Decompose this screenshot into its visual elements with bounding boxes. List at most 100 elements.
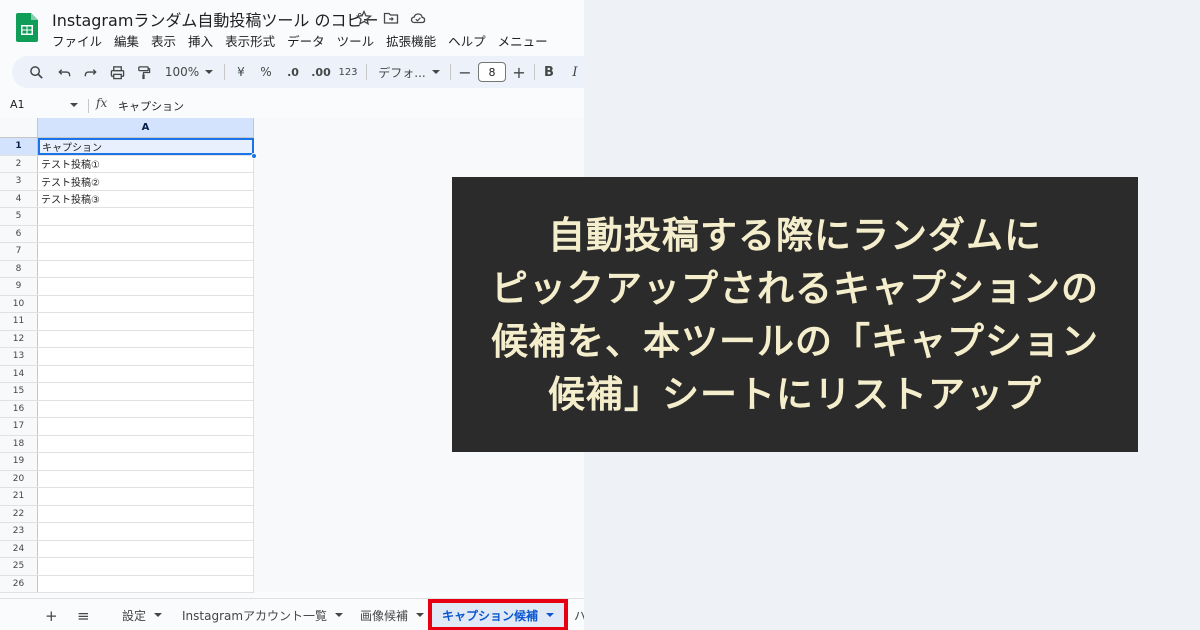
tab-image-candidates[interactable]: 画像候補 [350,599,434,630]
chevron-down-icon[interactable] [70,103,78,107]
chevron-down-icon[interactable] [335,613,344,617]
menu-custom[interactable]: メニュー [498,31,548,50]
menu-file[interactable]: ファイル [52,31,102,50]
row-number[interactable]: 7 [0,243,38,260]
row-number[interactable]: 24 [0,540,38,557]
cell-a1[interactable]: キャプション [38,138,254,155]
row-number[interactable]: 14 [0,365,38,382]
document-title[interactable]: Instagramランダム自動投稿ツール のコピー [52,7,379,31]
menu-extensions[interactable]: 拡張機能 [386,31,436,50]
cell[interactable] [38,330,254,347]
chevron-down-icon[interactable] [416,613,425,617]
row-number[interactable]: 25 [0,558,38,575]
cell[interactable] [38,453,254,470]
cell[interactable] [38,470,254,487]
column-header-a[interactable]: A [38,118,254,138]
tab-next-partial[interactable]: ハ [574,599,584,630]
cell[interactable] [38,365,254,382]
chevron-down-icon[interactable] [546,613,554,617]
cell[interactable] [38,295,254,312]
menu-format[interactable]: 表示形式 [225,31,275,50]
row-number[interactable]: 3 [0,173,38,190]
row-number[interactable]: 6 [0,225,38,242]
row-number[interactable]: 22 [0,505,38,522]
row-number[interactable]: 20 [0,470,38,487]
name-box[interactable]: A1 [10,98,25,111]
cell[interactable]: テスト投稿① [38,155,254,172]
menu-help[interactable]: ヘルプ [448,31,486,50]
select-all-corner[interactable] [0,118,38,138]
cell[interactable] [38,278,254,295]
currency-format-button[interactable]: ¥ [232,56,250,88]
cell[interactable] [38,225,254,242]
cell[interactable] [38,400,254,417]
cell[interactable] [38,383,254,400]
cell[interactable] [38,260,254,277]
redo-button[interactable] [80,56,100,88]
percent-format-button[interactable]: % [256,56,276,88]
row-number[interactable]: 12 [0,330,38,347]
star-icon[interactable] [356,10,372,26]
row-number[interactable]: 9 [0,278,38,295]
sheets-logo-icon[interactable] [16,13,38,42]
cell[interactable] [38,558,254,575]
row-number[interactable]: 11 [0,313,38,330]
number-format-button[interactable]: 123 [336,56,360,88]
cell[interactable] [38,488,254,505]
cell[interactable] [38,313,254,330]
cloud-status-icon[interactable] [410,10,426,26]
fill-handle[interactable] [251,153,257,159]
decrease-decimal-button[interactable]: .0 [282,56,304,88]
row-number[interactable]: 10 [0,295,38,312]
increase-font-size-button[interactable]: + [510,56,528,88]
tab-instagram-accounts[interactable]: Instagramアカウント一覧 [172,599,353,630]
search-menus-button[interactable] [26,56,46,88]
font-select[interactable]: デフォ... [374,56,444,88]
undo-button[interactable] [54,56,74,88]
tab-caption-candidates[interactable]: キャプション候補 [428,599,568,630]
bold-button[interactable]: B [540,56,558,88]
cell[interactable] [38,523,254,540]
cell[interactable] [38,505,254,522]
all-sheets-button[interactable]: ≡ [77,607,90,625]
cell[interactable] [38,575,254,592]
menu-insert[interactable]: 挿入 [188,31,213,50]
cell[interactable]: テスト投稿② [38,173,254,190]
print-button[interactable] [107,56,127,88]
menu-view[interactable]: 表示 [151,31,176,50]
cell[interactable] [38,243,254,260]
row-number[interactable]: 2 [0,155,38,172]
row-number[interactable]: 16 [0,400,38,417]
row-number[interactable]: 21 [0,488,38,505]
cell[interactable]: テスト投稿③ [38,190,254,207]
cell[interactable] [38,348,254,365]
row-number[interactable]: 13 [0,348,38,365]
row-number[interactable]: 8 [0,260,38,277]
cell[interactable] [38,540,254,557]
formula-input[interactable]: キャプション [118,98,184,114]
cell[interactable] [38,208,254,225]
row-number[interactable]: 18 [0,435,38,452]
menu-tools[interactable]: ツール [337,31,375,50]
row-number[interactable]: 23 [0,523,38,540]
move-to-folder-icon[interactable] [383,10,399,26]
zoom-select[interactable]: 100% [162,56,216,88]
row-number[interactable]: 5 [0,208,38,225]
decrease-font-size-button[interactable]: − [456,56,474,88]
row-number[interactable]: 4 [0,190,38,207]
chevron-down-icon[interactable] [154,613,163,617]
tab-settings[interactable]: 設定 [112,599,172,630]
row-number[interactable]: 26 [0,575,38,592]
menu-edit[interactable]: 編集 [114,31,139,50]
row-number[interactable]: 19 [0,453,38,470]
row-number[interactable]: 15 [0,383,38,400]
italic-button[interactable]: I [566,56,584,88]
cell[interactable] [38,435,254,452]
row-number[interactable]: 17 [0,418,38,435]
cell[interactable] [38,418,254,435]
paint-format-button[interactable] [133,56,153,88]
add-sheet-button[interactable]: + [45,607,58,625]
row-number[interactable]: 1 [0,138,38,155]
font-size-input[interactable]: 8 [478,62,506,82]
increase-decimal-button[interactable]: .00 [308,56,334,88]
